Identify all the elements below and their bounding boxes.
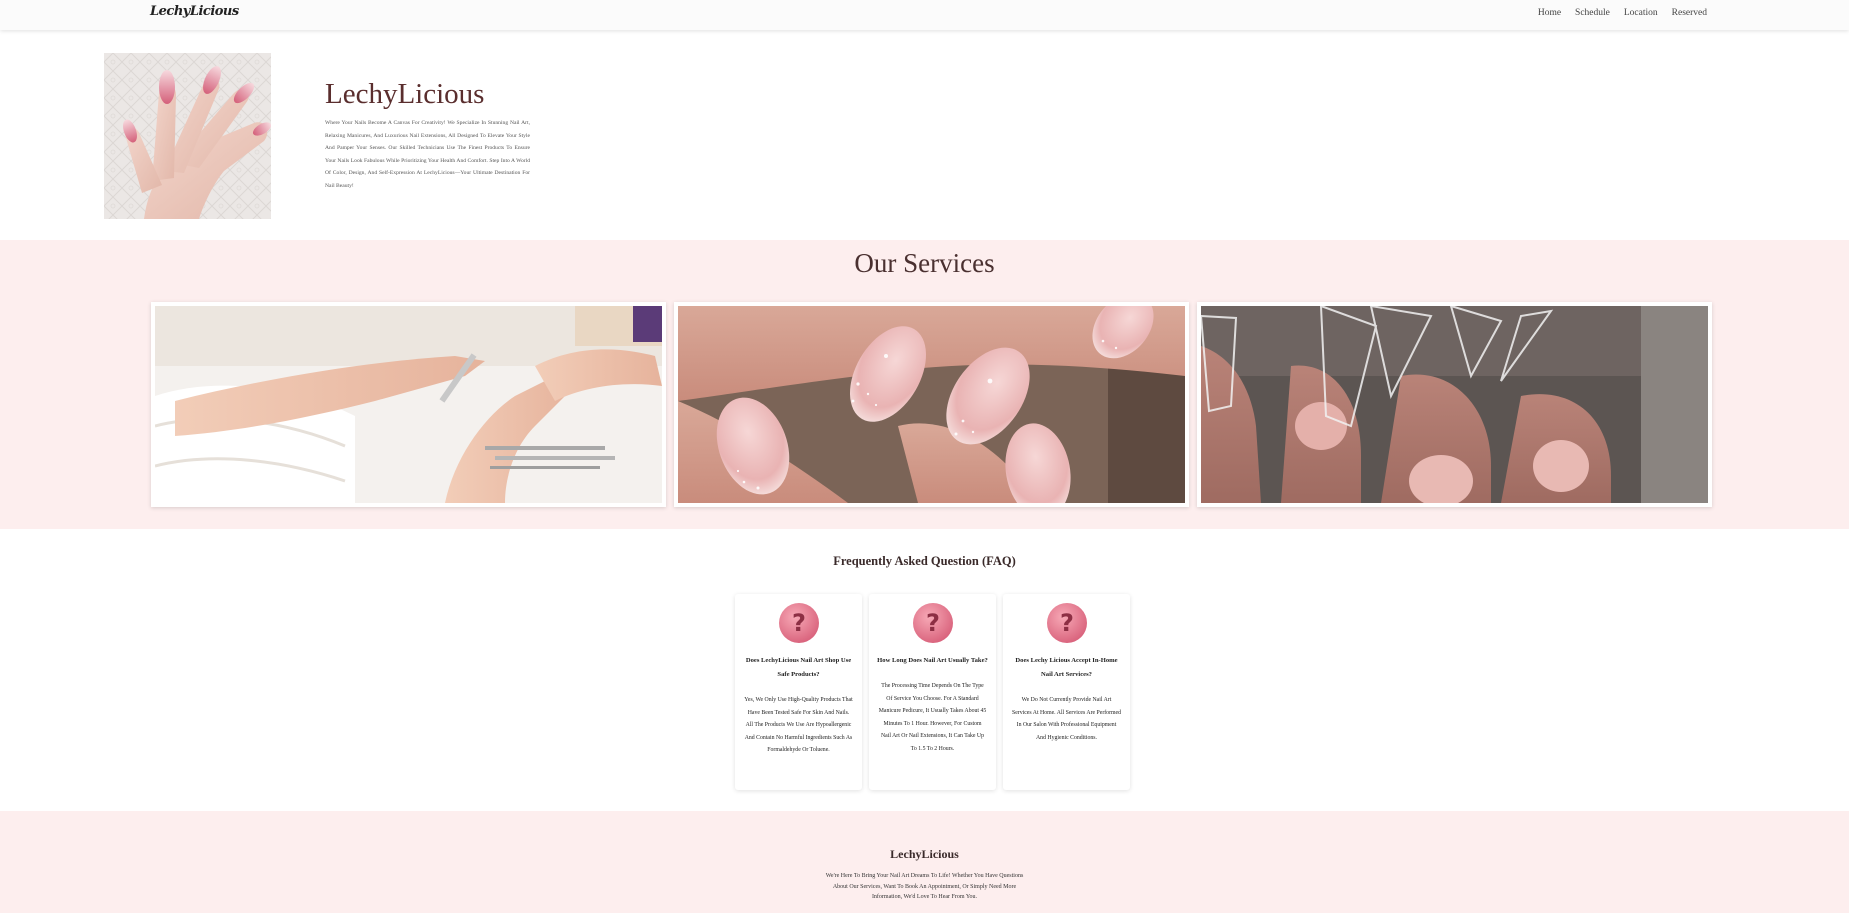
service-card-nail-art[interactable] — [674, 302, 1189, 507]
question-mark-icon: ? — [1046, 602, 1088, 644]
faq-title: Frequently Asked Question (FAQ) — [833, 554, 1016, 568]
nav-links: Home Schedule Location Reserved — [1538, 8, 1707, 18]
faq-question: Does LechyLicious Nail Art Shop Use Safe… — [745, 657, 852, 678]
navbar: LechyLicious Home Schedule Location Rese… — [0, 0, 1849, 30]
nav-link-schedule[interactable]: Schedule — [1575, 8, 1610, 18]
svg-text:?: ? — [792, 609, 806, 637]
brand-logo[interactable]: LechyLicious — [150, 4, 239, 19]
faq-question: Does Lechy Licious Accept In-Home Nail A… — [1015, 657, 1118, 678]
nail-extension-tips-photo — [1201, 306, 1708, 503]
faq-answer: We Do Not Currently Provide Nail Art Ser… — [1012, 697, 1121, 741]
manicure-filing-photo — [155, 306, 662, 503]
hero-title: LechyLicious — [325, 78, 485, 110]
hero-image — [104, 53, 271, 219]
faq-answer: Yes, We Only Use High-Quality Products T… — [744, 697, 853, 754]
svg-text:?: ? — [1060, 609, 1074, 637]
faq-card-in-home: ? Does Lechy Licious Accept In-Home Nail… — [1003, 594, 1130, 790]
service-card-extensions[interactable] — [1197, 302, 1712, 507]
hero-description: Where Your Nails Become A Canvas For Cre… — [325, 120, 530, 189]
manicured-hand-photo — [104, 53, 271, 219]
faq-card-safe-products: ? Does LechyLicious Nail Art Shop Use Sa… — [735, 594, 862, 790]
nav-link-home[interactable]: Home — [1538, 8, 1561, 18]
nav-link-location[interactable]: Location — [1624, 8, 1658, 18]
question-mark-icon: ? — [912, 602, 954, 644]
footer-description: We're Here To Bring Your Nail Art Dreams… — [825, 873, 1024, 900]
faq-question: How Long Does Nail Art Usually Take? — [877, 657, 988, 664]
footer: LechyLicious We're Here To Bring Your Na… — [0, 811, 1849, 913]
nav-link-reserved[interactable]: Reserved — [1672, 8, 1707, 18]
services-section: Our Services — [0, 240, 1849, 529]
faq-answer: The Processing Time Depends On The Type … — [878, 683, 987, 752]
question-mark-icon: ? — [778, 602, 820, 644]
service-card-manicure[interactable] — [151, 302, 666, 507]
svg-text:?: ? — [926, 609, 940, 637]
footer-title: LechyLicious — [890, 847, 959, 861]
services-title: Our Services — [854, 248, 995, 278]
glitter-ombre-nails-photo — [678, 306, 1185, 503]
faq-card-duration: ? How Long Does Nail Art Usually Take? T… — [869, 594, 996, 790]
